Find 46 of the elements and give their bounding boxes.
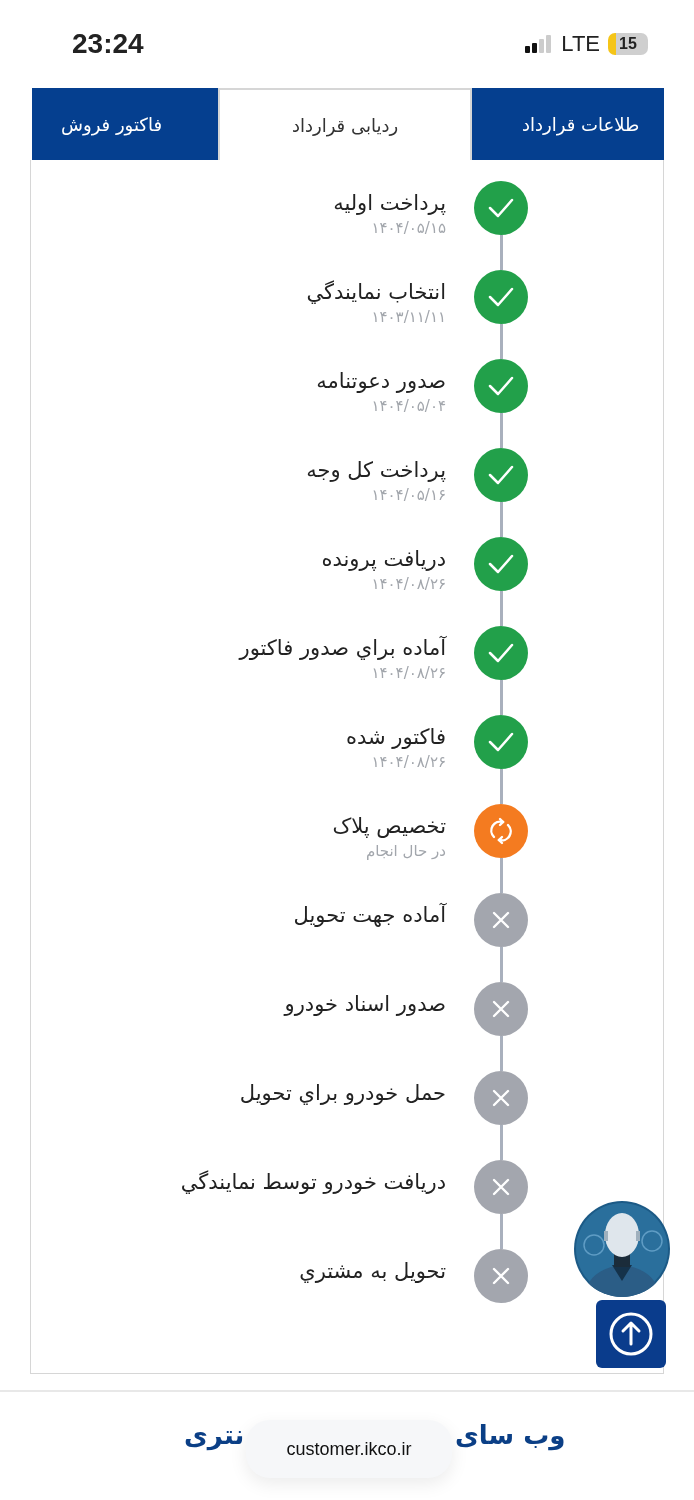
scroll-to-top-button[interactable] [596, 1300, 666, 1368]
footer-text: نتری [184, 1420, 245, 1450]
step-subtitle: ۱۴۰۴/۰۵/۱۵ [371, 219, 446, 237]
step-title: فاکتور شده [345, 725, 446, 749]
check-icon [488, 732, 514, 752]
signal-icon [525, 35, 554, 53]
tab[interactable]: ردیابی قرارداد [218, 88, 472, 160]
clock-time: 23:24 [72, 28, 144, 60]
step-subtitle: ۱۴۰۴/۰۸/۲۶ [371, 575, 446, 593]
step-subtitle: ۱۴۰۴/۰۸/۲۶ [371, 664, 446, 682]
step-title: تخصیص پلاک [332, 814, 446, 838]
close-icon [492, 1267, 510, 1285]
step-subtitle: ۱۴۰۴/۰۵/۱۶ [371, 486, 446, 504]
close-icon [492, 911, 510, 929]
check-icon [488, 554, 514, 574]
step-title: آماده جهت تحویل [293, 903, 446, 927]
network-label: LTE [561, 31, 600, 57]
step-subtitle: ۱۴۰۳/۱۱/۱۱ [371, 308, 446, 326]
tab[interactable]: طلاعات قرارداد [472, 88, 664, 160]
close-icon [492, 1000, 510, 1018]
arrow-up-icon [608, 1311, 654, 1357]
step-title: آماده براي صدور فاکتور [239, 636, 446, 660]
step-subtitle: ۱۴۰۴/۰۵/۰۴ [371, 397, 446, 415]
close-icon [492, 1089, 510, 1107]
step-title: پرداخت کل وجه [306, 458, 446, 482]
tab[interactable]: فاکتور فروش [32, 88, 218, 160]
step-title: حمل خودرو براي تحویل [239, 1081, 446, 1105]
step-title: پرداخت اولیه [333, 191, 446, 215]
step-title: دریافت خودرو توسط نمایندگي [180, 1170, 446, 1194]
sync-icon [488, 817, 514, 845]
step-subtitle: ۱۴۰۴/۰۸/۲۶ [371, 753, 446, 771]
battery-indicator: 15 [608, 33, 648, 55]
step-title: دریافت پرونده [321, 547, 446, 571]
check-icon [488, 376, 514, 396]
close-icon [492, 1178, 510, 1196]
step-title: انتخاب نمایندگي [306, 280, 446, 304]
footer-text: وب سای [455, 1420, 566, 1450]
check-icon [488, 643, 514, 663]
check-icon [488, 465, 514, 485]
check-icon [488, 198, 514, 218]
url-bar[interactable]: customer.ikco.ir [246, 1420, 452, 1478]
step-title: صدور اسناد خودرو [284, 992, 446, 1016]
step-title: تحویل به مشتري [299, 1259, 446, 1283]
step-subtitle: در حال انجام [365, 842, 446, 860]
step-title: صدور دعوتنامه [316, 369, 446, 393]
check-icon [488, 287, 514, 307]
